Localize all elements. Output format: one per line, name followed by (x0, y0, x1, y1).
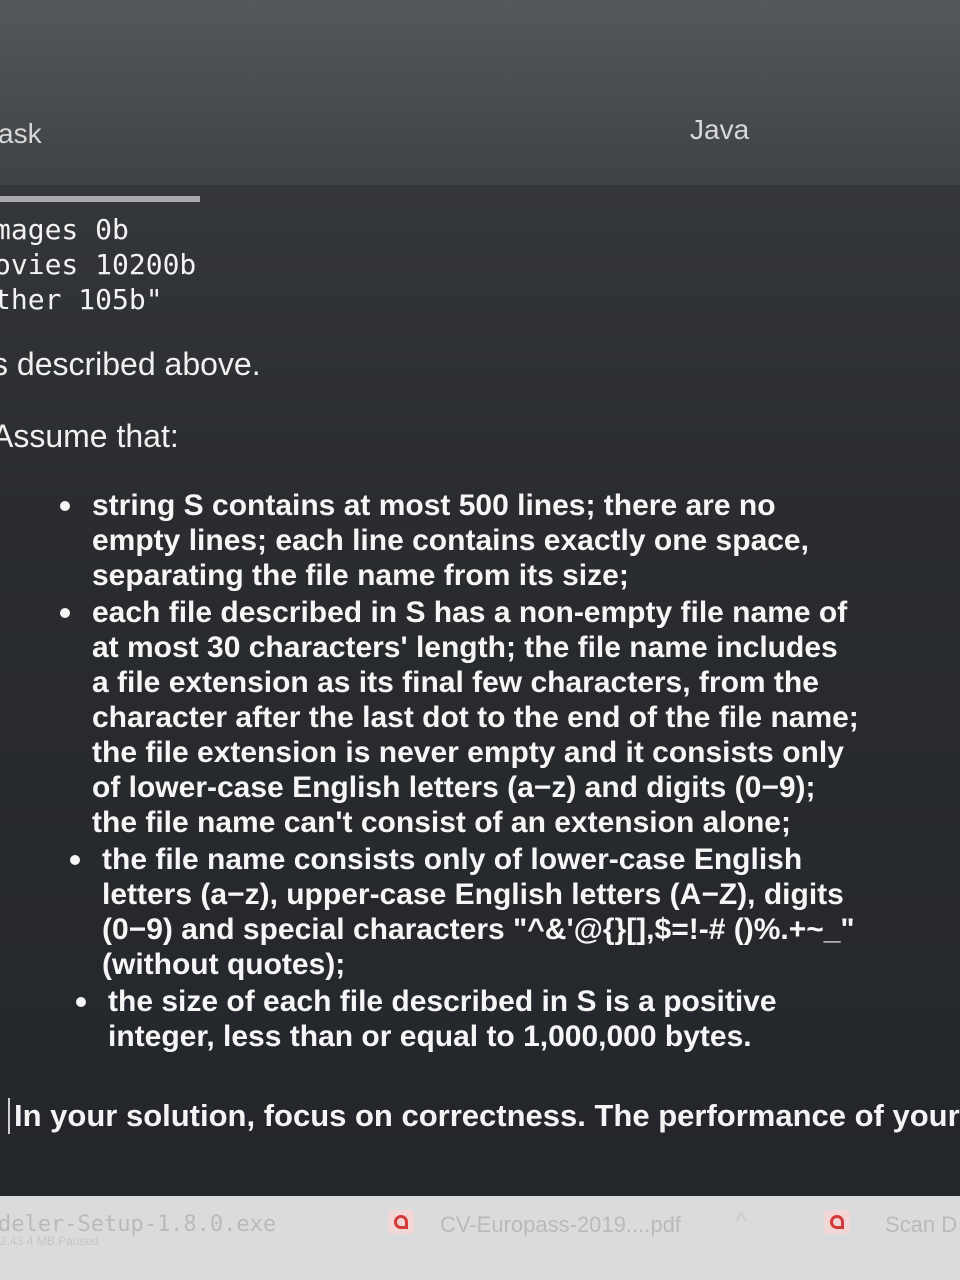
list-item-text: each file described in S has a non-empty… (92, 596, 859, 839)
download-bar: deler-Setup-1.8.0.exe CV-Europass-2019..… (0, 1196, 960, 1280)
list-item: the file name consists only of lower-cas… (70, 842, 860, 982)
list-item-text: the file name consists only of lower-cas… (102, 843, 855, 981)
code-line: ther 105b" (0, 283, 163, 316)
download-item-scan[interactable]: Scan D (885, 1212, 957, 1238)
pdf-icon (824, 1210, 850, 1234)
assumptions-list: string S contains at most 500 lines; the… (60, 488, 860, 1056)
bullet-icon (60, 501, 70, 511)
list-item-text: string S contains at most 500 lines; the… (92, 489, 809, 592)
chevron-up-icon[interactable]: ^ (736, 1208, 746, 1234)
download-item-cv[interactable]: CV-Europass-2019....pdf (440, 1212, 681, 1238)
code-example: mages 0b ovies 10200b ther 105b" (0, 212, 196, 317)
bullet-icon (70, 855, 80, 865)
editor-header-bar (0, 0, 960, 185)
bullet-icon (76, 997, 86, 1007)
download-status: 2,43 4 MB Paused (0, 1234, 99, 1248)
code-line: ovies 10200b (0, 248, 197, 281)
language-tab[interactable]: Java (690, 114, 749, 146)
list-item-text: the size of each file described in S is … (108, 985, 777, 1053)
list-item: each file described in S has a non-empty… (60, 595, 860, 840)
list-item: string S contains at most 500 lines; the… (60, 488, 860, 593)
divider (0, 196, 200, 202)
pdf-icon (388, 1210, 414, 1234)
task-tab[interactable]: ask (0, 118, 42, 150)
assume-heading: Assume that: (0, 418, 179, 454)
bullet-icon (60, 608, 70, 618)
code-line: mages 0b (0, 213, 129, 246)
list-item: the size of each file described in S is … (76, 984, 860, 1054)
solution-note: In your solution, focus on correctness. … (8, 1098, 960, 1134)
described-text: s described above. (0, 346, 261, 382)
